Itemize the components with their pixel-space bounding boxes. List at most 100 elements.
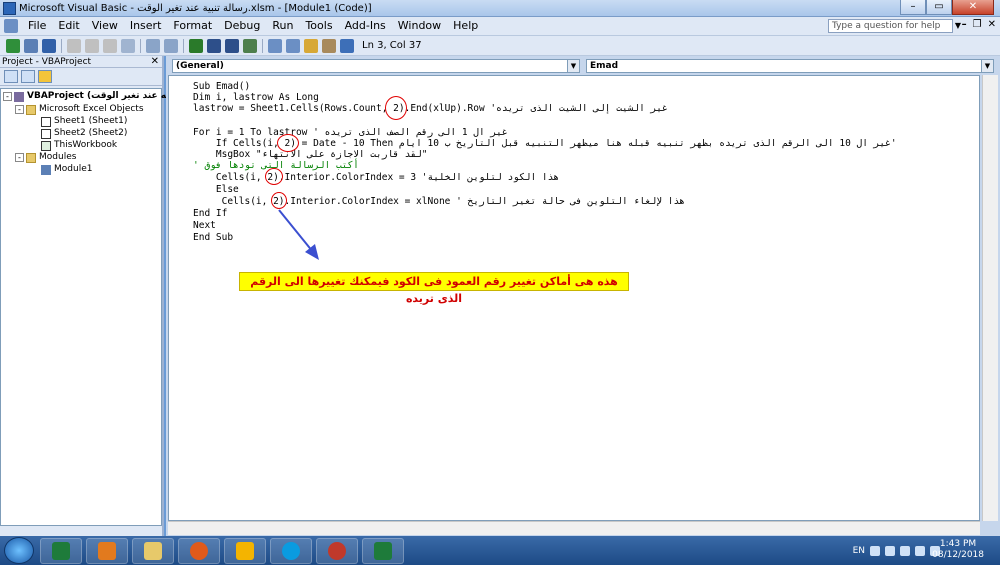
design-mode-icon[interactable] xyxy=(243,38,257,53)
view-excel-icon[interactable] xyxy=(6,38,20,53)
start-button[interactable] xyxy=(4,537,34,564)
tree-item-sheet1[interactable]: Sheet1 (Sheet1) xyxy=(41,116,127,127)
mdi-restore-button[interactable]: ❐ xyxy=(973,19,982,30)
paste-icon[interactable] xyxy=(103,38,117,53)
procedure-dropdown[interactable]: Emad ▼ xyxy=(586,59,994,73)
dropdown-arrow-icon[interactable]: ▼ xyxy=(981,60,993,72)
menu-view[interactable]: View xyxy=(86,17,124,35)
pointer-arrow-icon xyxy=(278,209,319,260)
save-icon[interactable] xyxy=(42,38,56,53)
menu-file[interactable]: File xyxy=(22,17,52,35)
tray-icon[interactable] xyxy=(885,545,895,556)
tray-icon[interactable] xyxy=(870,545,880,556)
maximize-button[interactable]: ▭ xyxy=(926,0,952,15)
menu-help[interactable]: Help xyxy=(447,17,484,35)
undo-icon[interactable] xyxy=(146,38,160,53)
code-line[interactable]: Else xyxy=(193,184,239,195)
object-dropdown[interactable]: (General) ▼ xyxy=(172,59,580,73)
mdi-close-button[interactable]: ✕ xyxy=(988,19,996,30)
menu-debug[interactable]: Debug xyxy=(218,17,266,35)
project-close-icon[interactable]: ✕ xyxy=(151,56,159,67)
cut-icon[interactable] xyxy=(67,38,81,53)
collapse-icon[interactable]: - xyxy=(15,105,24,114)
tree-item-vbaproject[interactable]: - VBAProject (تنبيه عند تغير الوقت) xyxy=(3,91,185,102)
reset-icon[interactable] xyxy=(225,38,239,53)
collapse-icon[interactable]: - xyxy=(15,153,24,162)
break-icon[interactable] xyxy=(207,38,221,53)
toolbar-separator xyxy=(262,38,263,53)
tree-item-excel-objects[interactable]: - Microsoft Excel Objects xyxy=(15,104,144,115)
system-clock[interactable]: 1:43 PM 08/12/2018 xyxy=(932,539,984,561)
code-line[interactable]: End If xyxy=(193,208,227,219)
collapse-icon[interactable]: - xyxy=(3,92,12,101)
toolbar-separator xyxy=(183,38,184,53)
minimize-button[interactable]: – xyxy=(900,0,926,15)
redo-icon[interactable] xyxy=(164,38,178,53)
object-dropdown-value: (General) xyxy=(176,61,224,71)
menu-tools[interactable]: Tools xyxy=(299,17,338,35)
project-explorer-icon[interactable] xyxy=(268,38,282,53)
network-icon[interactable] xyxy=(915,545,925,556)
menu-insert[interactable]: Insert xyxy=(124,17,168,35)
code-editor[interactable]: Sub Emad() Dim i, lastrow As Long lastro… xyxy=(168,75,980,521)
menu-window[interactable]: Window xyxy=(392,17,447,35)
language-indicator[interactable]: EN xyxy=(853,546,865,556)
help-icon[interactable] xyxy=(340,38,354,53)
tree-label: ThisWorkbook xyxy=(54,140,118,150)
taskbar-excel[interactable] xyxy=(362,537,404,564)
taskbar-app-yellow[interactable] xyxy=(224,537,266,564)
tree-item-module1[interactable]: Module1 xyxy=(41,164,92,175)
menu-run[interactable]: Run xyxy=(266,17,299,35)
toolbar-separator xyxy=(61,38,62,53)
code-horizontal-scrollbar[interactable] xyxy=(168,521,980,535)
object-browser-icon[interactable] xyxy=(304,38,318,53)
insert-module-icon[interactable] xyxy=(24,38,38,53)
code-line[interactable]: Cells(i, 2).Interior.ColorIndex = xlNone… xyxy=(193,196,685,207)
excel-doc-icon xyxy=(52,541,70,560)
run-icon[interactable] xyxy=(189,38,203,53)
code-line[interactable]: Dim i, lastrow As Long xyxy=(193,92,319,103)
taskbar-explorer[interactable] xyxy=(132,537,174,564)
tree-item-sheet2[interactable]: Sheet2 (Sheet2) xyxy=(41,128,127,139)
find-icon[interactable] xyxy=(121,38,135,53)
help-search-input[interactable]: Type a question for help xyxy=(828,19,953,33)
taskbar-app-star[interactable] xyxy=(316,537,358,564)
excel-view-icon[interactable] xyxy=(4,19,18,33)
taskbar-skype[interactable] xyxy=(270,537,312,564)
module-icon xyxy=(41,164,51,175)
workbook-icon xyxy=(41,140,51,151)
tree-item-modules[interactable]: - Modules xyxy=(15,152,76,163)
folder-icon xyxy=(26,104,36,115)
menu-edit[interactable]: Edit xyxy=(52,17,85,35)
folder-icon xyxy=(26,152,36,163)
skype-icon xyxy=(282,541,300,560)
project-tree: - VBAProject (تنبيه عند تغير الوقت) - Mi… xyxy=(0,88,185,565)
toggle-folders-icon[interactable] xyxy=(38,70,52,83)
project-tools xyxy=(0,68,162,86)
tree-item-thisworkbook[interactable]: ThisWorkbook xyxy=(41,140,117,151)
view-object-icon[interactable] xyxy=(21,70,35,83)
menu-format[interactable]: Format xyxy=(167,17,218,35)
mdi-minimize-button[interactable]: – xyxy=(962,19,967,30)
menu-add-ins[interactable]: Add-Ins xyxy=(339,17,392,35)
copy-icon[interactable] xyxy=(85,38,99,53)
tray-icon[interactable] xyxy=(900,545,910,556)
properties-icon[interactable] xyxy=(286,38,300,53)
taskbar-media-player[interactable] xyxy=(86,537,128,564)
taskbar-firefox[interactable] xyxy=(178,537,220,564)
dropdown-arrow-icon[interactable]: ▼ xyxy=(567,60,579,72)
taskbar-excel-doc[interactable] xyxy=(40,537,82,564)
project-explorer-title: Project - VBAProject ✕ xyxy=(0,56,162,68)
close-button[interactable]: ✕ xyxy=(952,0,994,15)
code-line[interactable]: lastrow = Sheet1.Cells(Rows.Count, 2).En… xyxy=(193,103,668,114)
toolbox-icon[interactable] xyxy=(322,38,336,53)
code-line[interactable]: MsgBox "لقد قاربت الاجازة على الانتهاء" xyxy=(193,149,428,160)
clock-time: 1:43 PM xyxy=(939,539,977,549)
code-vertical-scrollbar[interactable] xyxy=(982,75,998,521)
view-code-icon[interactable] xyxy=(4,70,18,83)
code-line[interactable]: Cells(i, 2).Interior.ColorIndex = 3 'هذا… xyxy=(193,172,559,183)
code-line[interactable]: For i = 1 To lastrow ' غير ال 1 الى رقم … xyxy=(193,127,508,138)
code-line[interactable]: Next xyxy=(193,220,216,231)
code-line[interactable]: Sub Emad() xyxy=(193,81,250,92)
code-line[interactable]: End Sub xyxy=(193,232,233,243)
